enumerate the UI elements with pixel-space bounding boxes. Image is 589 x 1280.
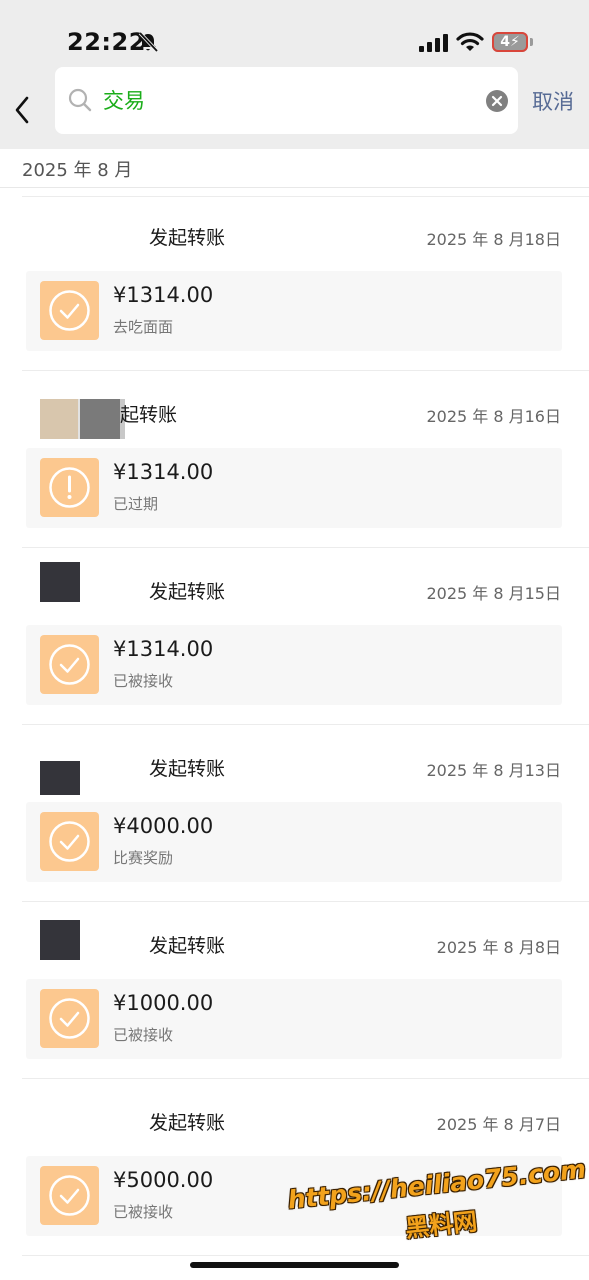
cellular-signal-icon [419,34,448,52]
bell-slash-icon [138,31,159,53]
transfer-title: 起转账 [120,404,178,426]
transfer-note: 已被接收 [113,1026,174,1044]
transfer-list-item[interactable]: 发起转账 2025 年 8 月8日 ¥1000.00 已被接收 [0,902,589,1079]
wifi-icon [456,32,484,51]
transfer-note: 去吃面面 [113,318,174,336]
transfer-note: 已被接收 [113,672,174,690]
transfer-note: 已被接收 [113,1203,174,1221]
check-circle-icon [49,1175,90,1216]
transfer-list-item[interactable]: 起转账 2025 年 8 月16日 ¥1314.00 已过期 [0,371,589,548]
transfer-date: 2025 年 8 月7日 [436,1115,561,1134]
search-bar[interactable] [55,67,518,134]
transfer-title: 发起转账 [149,581,226,603]
transactions-search-screen: 22:22 4⚡ 交易 取消 2025 年 8 月 发起转账 2025 年 8 … [0,0,589,1280]
transfer-note: 已过期 [113,495,159,513]
battery-nub [530,38,533,46]
transfer-date: 2025 年 8 月13日 [426,761,561,780]
status-time: 22:22 [67,28,146,56]
transfer-amount: ¥1000.00 [113,991,214,1015]
avatar [40,562,80,602]
transfer-status-badge [40,635,99,694]
transfer-amount: ¥4000.00 [113,814,214,838]
check-circle-icon [49,821,90,862]
divider [22,1255,589,1256]
top-bar: 22:22 4⚡ 交易 取消 [0,0,589,149]
check-circle-icon [49,290,90,331]
transfer-status-badge [40,281,99,340]
watermark-name: 黑料网 [403,1207,479,1243]
avatar [40,920,80,960]
check-circle-icon [49,644,90,685]
transfer-status-badge [40,812,99,871]
transfer-title: 发起转账 [149,758,226,780]
transfer-status-badge [40,1166,99,1225]
bolt-icon: ⚡ [509,34,520,50]
battery-charging-icon: 4⚡ [492,32,528,52]
transfer-note: 比赛奖励 [113,849,174,867]
transfer-card[interactable]: ¥1000.00 已被接收 [26,979,562,1059]
transfer-card[interactable]: ¥1314.00 去吃面面 [26,271,562,351]
transfer-status-badge [40,989,99,1048]
transfer-amount: ¥1314.00 [113,637,214,661]
home-indicator[interactable] [190,1262,399,1268]
transfer-amount: ¥5000.00 [113,1168,214,1192]
transfer-date: 2025 年 8 月8日 [436,938,561,957]
transfer-title: 发起转账 [149,227,226,249]
transfer-card[interactable]: ¥1314.00 已过期 [26,448,562,528]
clear-icon[interactable] [485,89,509,113]
transfer-status-badge [40,458,99,517]
transfer-title: 发起转账 [149,935,226,957]
month-label: 2025 年 8 月 [22,160,133,181]
search-input[interactable] [103,85,473,115]
avatar [40,761,80,795]
transfer-list-item[interactable]: 发起转账 2025 年 8 月15日 ¥1314.00 已被接收 [0,548,589,725]
transfer-card[interactable]: ¥4000.00 比赛奖励 [26,802,562,882]
transfer-list-item[interactable]: 发起转账 2025 年 8 月18日 ¥1314.00 去吃面面 [0,194,589,371]
transfer-date: 2025 年 8 月15日 [426,584,561,603]
transfer-date: 2025 年 8 月16日 [426,407,561,426]
transfer-amount: ¥1314.00 [113,460,214,484]
avatar [40,399,125,439]
battery-level: 4 [500,34,510,50]
chevron-left-icon[interactable] [8,92,38,128]
cancel-button[interactable]: 取消 [532,86,574,116]
transfer-card[interactable]: ¥1314.00 已被接收 [26,625,562,705]
transfer-date: 2025 年 8 月18日 [426,230,561,249]
transfer-list-item[interactable]: 发起转账 2025 年 8 月13日 ¥4000.00 比赛奖励 [0,725,589,902]
month-section-header: 2025 年 8 月 [0,149,589,188]
transfer-amount: ¥1314.00 [113,283,214,307]
transfer-title: 发起转账 [149,1112,226,1134]
check-circle-icon [49,998,90,1039]
search-icon [68,88,92,112]
warning-circle-icon [49,467,90,508]
